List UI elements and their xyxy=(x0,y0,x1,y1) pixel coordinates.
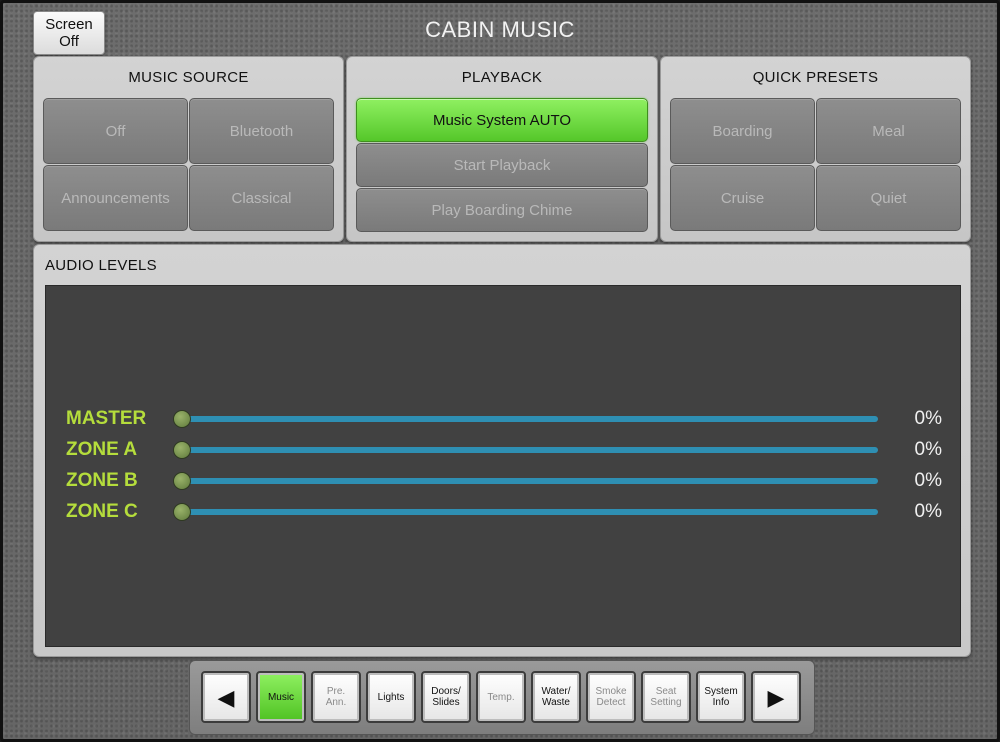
nav-prev-button[interactable]: ◀ xyxy=(201,671,251,723)
audio-levels-panel: AUDIO LEVELS MASTER 0% ZONE A 0% ZONE B … xyxy=(33,244,971,657)
nav-music-button[interactable]: Music xyxy=(256,671,306,723)
level-row-zone-b: ZONE B 0% xyxy=(46,469,962,493)
nav-music-label: Music xyxy=(267,691,295,703)
nav-smoke-detect-button[interactable]: Smoke Detect xyxy=(586,671,636,723)
nav-water-waste-label: Water/ Waste xyxy=(541,686,571,708)
audio-levels-title: AUDIO LEVELS xyxy=(45,257,157,274)
level-value-master: 0% xyxy=(914,408,942,429)
nav-water-waste-button[interactable]: Water/ Waste xyxy=(531,671,581,723)
level-label-zone-b: ZONE B xyxy=(66,470,138,491)
level-value-zone-b: 0% xyxy=(914,470,942,491)
audio-levels-area: MASTER 0% ZONE A 0% ZONE B 0% ZONE C 0% xyxy=(45,285,961,647)
nav-lights-button[interactable]: Lights xyxy=(366,671,416,723)
preset-meal-button[interactable]: Meal xyxy=(816,98,961,164)
source-announcements-button[interactable]: Announcements xyxy=(43,165,188,231)
level-value-zone-a: 0% xyxy=(914,439,942,460)
level-row-zone-a: ZONE A 0% xyxy=(46,438,962,462)
zone-a-slider[interactable] xyxy=(173,441,878,459)
nav-pre-ann-button[interactable]: Pre. Ann. xyxy=(311,671,361,723)
app-frame: Screen Off CABIN MUSIC MUSIC SOURCE Off … xyxy=(0,0,1000,742)
master-slider[interactable] xyxy=(173,410,878,428)
source-off-button[interactable]: Off xyxy=(43,98,188,164)
nav-seat-setting-label: Seat Setting xyxy=(650,686,682,708)
preset-quiet-button[interactable]: Quiet xyxy=(816,165,961,231)
source-bluetooth-button[interactable]: Bluetooth xyxy=(189,98,334,164)
nav-seat-setting-button[interactable]: Seat Setting xyxy=(641,671,691,723)
music-source-title: MUSIC SOURCE xyxy=(128,69,249,86)
left-arrow-icon: ◀ xyxy=(217,684,235,710)
nav-next-button[interactable]: ▶ xyxy=(751,671,801,723)
level-row-zone-c: ZONE C 0% xyxy=(46,500,962,524)
zone-b-slider[interactable] xyxy=(173,472,878,490)
preset-boarding-button[interactable]: Boarding xyxy=(670,98,815,164)
nav-system-info-label: System Info xyxy=(704,686,738,708)
nav-lights-label: Lights xyxy=(377,691,405,703)
nav-pre-ann-label: Pre. Ann. xyxy=(325,686,347,708)
zone-a-slider-knob[interactable] xyxy=(173,441,191,459)
right-arrow-icon: ▶ xyxy=(767,684,785,710)
quick-presets-panel: QUICK PRESETS Boarding Meal Cruise Quiet xyxy=(660,56,971,242)
music-system-auto-button[interactable]: Music System AUTO xyxy=(356,98,648,142)
preset-cruise-button[interactable]: Cruise xyxy=(670,165,815,231)
level-label-zone-a: ZONE A xyxy=(66,439,138,460)
level-row-master: MASTER 0% xyxy=(46,407,962,431)
music-source-panel: MUSIC SOURCE Off Bluetooth Announcements… xyxy=(33,56,344,242)
playback-title: PLAYBACK xyxy=(461,69,543,86)
master-slider-knob[interactable] xyxy=(173,410,191,428)
zone-c-slider[interactable] xyxy=(173,503,878,521)
playback-panel: PLAYBACK Music System AUTO Start Playbac… xyxy=(346,56,658,242)
nav-system-info-button[interactable]: System Info xyxy=(696,671,746,723)
zone-c-slider-knob[interactable] xyxy=(173,503,191,521)
nav-smoke-detect-label: Smoke Detect xyxy=(595,686,627,708)
page-title: CABIN MUSIC xyxy=(425,17,575,42)
play-boarding-chime-button[interactable]: Play Boarding Chime xyxy=(356,188,648,232)
nav-doors-slides-label: Doors/ Slides xyxy=(431,686,461,708)
level-value-zone-c: 0% xyxy=(914,501,942,522)
start-playback-button[interactable]: Start Playback xyxy=(356,143,648,187)
source-classical-button[interactable]: Classical xyxy=(189,165,334,231)
bottom-nav-bar: ◀ Music Pre. Ann. Lights Doors/ Slides T… xyxy=(189,660,815,735)
zone-b-slider-knob[interactable] xyxy=(173,472,191,490)
quick-presets-title: QUICK PRESETS xyxy=(752,69,879,86)
level-label-zone-c: ZONE C xyxy=(66,501,138,522)
nav-temp-label: Temp. xyxy=(487,691,515,703)
nav-doors-slides-button[interactable]: Doors/ Slides xyxy=(421,671,471,723)
level-label-master: MASTER xyxy=(66,408,147,429)
nav-temp-button[interactable]: Temp. xyxy=(476,671,526,723)
